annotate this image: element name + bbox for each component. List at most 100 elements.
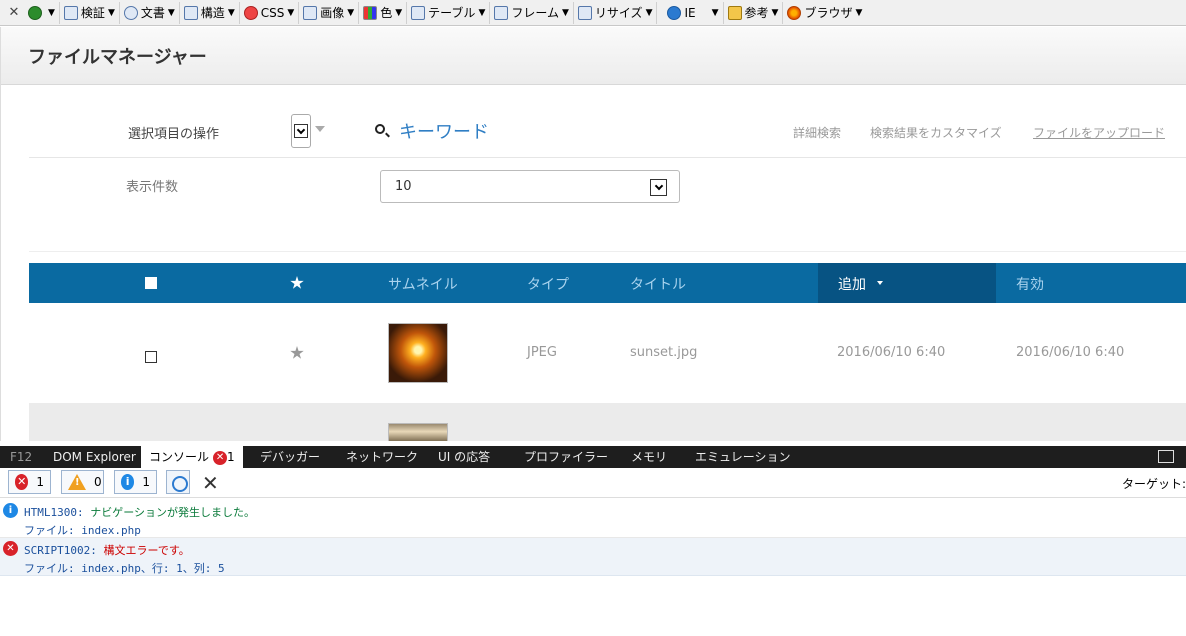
tab-network[interactable]: ネットワーク	[346, 446, 418, 468]
toolbar-button-images[interactable]: 画像 ▼	[299, 1, 360, 24]
cell-valid: 2016/06/10 6:40	[1016, 345, 1125, 360]
row-checkbox[interactable]	[145, 351, 157, 363]
bulk-action-select[interactable]	[291, 114, 311, 148]
tab-console[interactable]: コンソール ✕ 1	[141, 446, 243, 468]
tab-ui-responsiveness[interactable]: UI の応答	[438, 446, 490, 468]
chevron-down-icon: ▼	[562, 7, 569, 18]
sort-desc-icon	[877, 281, 883, 285]
console-message-error[interactable]: ✕ SCRIPT1002: 構文エラーです。 ファイル: index.php、行…	[0, 538, 1186, 576]
close-icon[interactable]: ✕	[4, 5, 24, 20]
console-filter-bar: ✕1 0 i1 ✕ ターゲット:	[0, 468, 1186, 498]
table-icon	[183, 5, 198, 20]
clear-console-icon[interactable]: ✕	[202, 471, 219, 495]
divider	[29, 251, 1186, 252]
cell-title: sunset.jpg	[630, 345, 698, 360]
addon-icon	[28, 5, 42, 20]
toolbar-button-color[interactable]: 色 ▼	[359, 1, 408, 24]
table-header: サムネイル タイプ タイトル 追加 有効	[29, 263, 1186, 303]
column-header-thumbnail[interactable]: サムネイル	[388, 274, 458, 294]
chevron-down-icon: ▼	[855, 7, 863, 18]
toolbar-button-frame[interactable]: フレーム ▼	[490, 1, 574, 24]
chevron-down-icon: ▼	[48, 7, 55, 18]
toolbar-button-css[interactable]: CSS ▼	[240, 1, 300, 24]
column-header-type[interactable]: タイプ	[527, 274, 569, 294]
toolbar-button-addon[interactable]: ▼	[24, 1, 60, 24]
browser-toolbar: ✕ ▼ 検証 ▼ 文書 ▼ 構造 ▼ CSS ▼ 画像 ▼ 色 ▼ テーブル ▼ フレーム ▼ …	[0, 0, 1186, 26]
file-manager-page: ファイルマネージャー 選択項目の操作 キーワード 詳細検索 検索結果をカスタマイ…	[0, 27, 1186, 441]
toolbar-button-table[interactable]: テーブル ▼	[407, 1, 491, 24]
chevron-down-icon: ▼	[287, 7, 295, 18]
chevron-down-icon: ▼	[227, 7, 235, 18]
tab-memory[interactable]: メモリ	[631, 446, 667, 468]
chevron-down-icon	[650, 179, 667, 196]
message-detail[interactable]: ファイル: index.php、行: 1、列: 5	[24, 560, 225, 576]
thumbnail-image[interactable]	[388, 323, 448, 383]
table-row[interactable]	[29, 403, 1186, 441]
filter-info-button[interactable]: i1	[114, 470, 157, 494]
message-text: 構文エラーです。	[96, 544, 190, 557]
toolbar-button-ie[interactable]: IE ▼	[657, 1, 724, 24]
tab-dom-explorer[interactable]: DOM Explorer	[53, 446, 136, 468]
html-icon	[63, 5, 78, 20]
message-detail[interactable]: ファイル: index.php	[24, 522, 141, 538]
cell-added: 2016/06/10 6:40	[837, 345, 946, 360]
toolbar-button-document[interactable]: 文書 ▼	[120, 1, 180, 24]
css-icon	[243, 5, 258, 20]
display-count-value: 10	[395, 179, 412, 194]
palette-icon	[363, 5, 378, 20]
chevron-down-icon: ▼	[167, 7, 175, 18]
upload-file-link[interactable]: ファイルをアップロード	[1033, 124, 1165, 141]
keyword-search-link[interactable]: キーワード	[399, 118, 489, 144]
display-count-label: 表示件数	[126, 180, 179, 195]
cell-type: JPEG	[527, 345, 557, 360]
tab-debugger[interactable]: デバッガー	[260, 446, 320, 468]
filter-errors-button[interactable]: ✕ 1	[8, 470, 51, 494]
toolbar-button-structure[interactable]: 構造 ▼	[180, 1, 240, 24]
tab-emulation[interactable]: エミュレーション	[695, 446, 791, 468]
table-row[interactable]: JPEG sunset.jpg 2016/06/10 6:40 2016/06/…	[29, 303, 1186, 403]
toolbar-button-resize[interactable]: リサイズ ▼	[574, 1, 658, 24]
message-code: SCRIPT1002:	[24, 544, 97, 557]
caret-down-icon[interactable]	[315, 126, 325, 132]
toolbar-button-validate[interactable]: 検証 ▼	[60, 1, 120, 24]
advanced-search-link[interactable]: 詳細検索	[793, 124, 841, 141]
search-icon[interactable]	[375, 124, 385, 134]
console-error-count: 1	[227, 450, 235, 464]
column-header-valid[interactable]: 有効	[1016, 274, 1044, 294]
star-icon[interactable]	[290, 346, 304, 359]
error-icon: ✕	[213, 450, 228, 465]
chevron-down-icon: ▼	[478, 7, 486, 18]
console-message-info[interactable]: i HTML1300: ナビゲーションが発生しました。 ファイル: index.…	[0, 500, 1186, 538]
target-label[interactable]: ターゲット:	[1122, 475, 1186, 492]
error-icon: ✕	[3, 541, 18, 556]
grid-icon	[411, 5, 426, 20]
warning-icon	[68, 474, 86, 490]
display-count-select[interactable]: 10	[380, 170, 680, 203]
toolbar-button-browser[interactable]: ブラウザ ▼	[783, 2, 866, 24]
frame-icon	[494, 5, 509, 20]
thumbnail-image[interactable]	[388, 423, 448, 441]
chevron-down-icon: ▼	[645, 7, 653, 18]
column-header-added[interactable]: 追加	[818, 263, 996, 303]
page-header: ファイルマネージャー	[1, 27, 1186, 85]
filter-warnings-button[interactable]: 0	[61, 470, 104, 494]
chevron-down-icon	[294, 124, 308, 138]
star-icon[interactable]	[290, 276, 304, 289]
pencil-icon	[727, 5, 742, 20]
page-title: ファイルマネージャー	[28, 47, 207, 68]
toolbar-button-reference[interactable]: 参考 ▼	[724, 1, 784, 24]
clear-on-navigate-icon[interactable]	[166, 470, 190, 494]
tab-profiler[interactable]: プロファイラー	[524, 446, 608, 468]
chevron-down-icon: ▼	[347, 7, 355, 18]
column-header-title[interactable]: タイトル	[630, 274, 686, 294]
chevron-down-icon: ▼	[771, 7, 779, 18]
resize-icon	[577, 5, 592, 20]
ie-icon	[667, 5, 682, 20]
dock-icon[interactable]	[1158, 450, 1174, 463]
customize-results-link[interactable]: 検索結果をカスタマイズ	[870, 124, 1002, 141]
firefox-icon	[787, 5, 802, 20]
devtools-tabbar: F12 DOM Explorer コンソール ✕ 1 デバッガー ネットワーク UI…	[0, 446, 1186, 468]
message-text: ナビゲーションが発生しました。	[83, 506, 256, 519]
select-all-checkbox[interactable]	[145, 277, 157, 289]
divider	[29, 157, 1186, 158]
